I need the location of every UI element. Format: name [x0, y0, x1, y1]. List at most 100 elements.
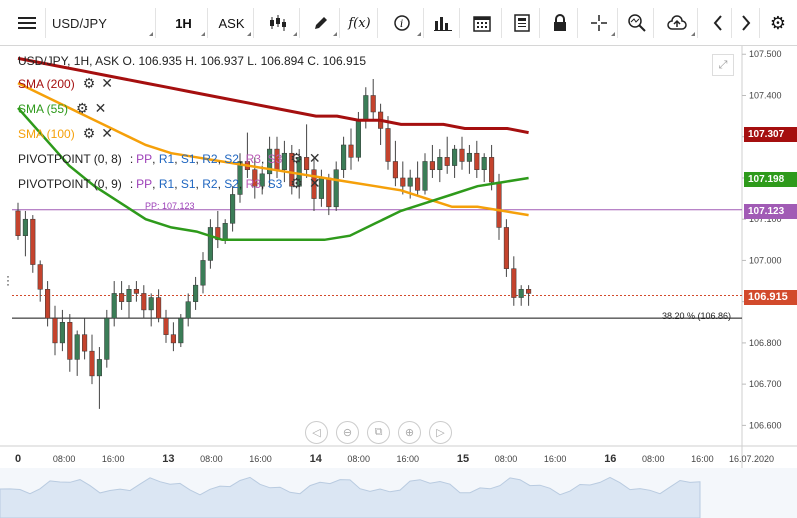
news-document-icon[interactable]: [504, 8, 540, 38]
pivot-sep: ,: [195, 176, 203, 191]
candle-body: [163, 317, 169, 335]
timeframe-label: 1H: [175, 15, 192, 31]
pivot-sep: ,: [195, 151, 203, 166]
candle-body: [526, 289, 532, 294]
close-icon[interactable]: ✕: [101, 125, 113, 142]
candlestick-chart-icon[interactable]: [256, 8, 300, 38]
calendar-icon[interactable]: [462, 8, 502, 38]
candle-body: [518, 289, 524, 298]
candle-body: [489, 157, 495, 183]
x-tick-label: 16:00: [102, 454, 125, 464]
pivot-sep: ,: [260, 176, 268, 191]
settings-gear-icon[interactable]: ⚙: [83, 125, 96, 142]
zoom-in-icon[interactable]: ⊕: [398, 421, 421, 444]
y-tick-label: 107.000: [749, 255, 782, 265]
pivot-pp: PP: [136, 176, 153, 191]
pivot-colon: :: [129, 176, 134, 191]
zoom-icon[interactable]: [620, 8, 654, 38]
x-tick-label: 08:00: [347, 454, 370, 464]
indicator-pivotpoint-9[interactable]: PIVOTPOINT (0, 9) : PP, R1, S1, R2, S2, …: [18, 175, 321, 192]
price-type-selector[interactable]: ASK: [210, 8, 254, 38]
x-tick-label: 08:00: [495, 454, 518, 464]
candle-body: [52, 317, 58, 344]
candle-body: [22, 218, 28, 236]
candle-body: [503, 227, 509, 269]
lock-icon[interactable]: [542, 8, 578, 38]
candle-body: [148, 297, 154, 311]
symbol-selector[interactable]: USD/JPY: [46, 8, 156, 38]
x-tick-label: 16:00: [691, 454, 714, 464]
pivot-s1: S1: [180, 151, 196, 166]
candle-body: [333, 169, 339, 208]
pivot-r2: R2: [202, 176, 218, 191]
candle-body: [170, 334, 176, 344]
chevron-right-icon[interactable]: [732, 8, 760, 38]
candle-body: [30, 218, 36, 265]
scroll-left-icon[interactable]: ◁: [305, 421, 328, 444]
chart-navigation: ◁ ⊖ ⧉ ⊕ ▷: [305, 421, 452, 444]
price-chart[interactable]: 107.500107.400107.300107.200107.100107.0…: [0, 46, 797, 518]
indicator-sma-100[interactable]: SMA (100) ⚙ ✕: [18, 125, 113, 142]
candle-body: [392, 161, 398, 179]
y-tick-label: 107.400: [749, 90, 782, 100]
plot-area: [12, 46, 742, 446]
x-tick-label: 14: [310, 453, 323, 465]
settings-gear-icon[interactable]: ⚙: [290, 150, 303, 167]
indicator-sma-55[interactable]: SMA (55) ⚙ ✕: [18, 100, 106, 117]
candle-body: [193, 284, 199, 302]
gear-icon[interactable]: ⚙: [762, 8, 794, 38]
candle-body: [355, 119, 361, 158]
zoom-out-icon[interactable]: ⊖: [336, 421, 359, 444]
pivot-r3: R3: [245, 151, 261, 166]
close-icon[interactable]: ✕: [309, 175, 321, 192]
settings-gear-icon[interactable]: ⚙: [290, 175, 303, 192]
pivot-sep: ,: [174, 176, 181, 191]
candle-body: [222, 223, 228, 241]
candle-body: [496, 181, 502, 228]
pivot-sep: ,: [260, 151, 268, 166]
candle-body: [207, 227, 213, 261]
price-tag-pivot: 107.123: [744, 204, 797, 219]
indicator-label: SMA (200): [18, 76, 75, 91]
close-icon[interactable]: ✕: [95, 100, 107, 117]
y-tick-label: 107.500: [749, 49, 782, 59]
hamburger-menu-icon[interactable]: [8, 8, 46, 38]
info-icon[interactable]: i: [380, 8, 424, 38]
pencil-draw-icon[interactable]: [302, 8, 340, 38]
pivot-sep: ,: [152, 151, 159, 166]
candle-body: [385, 128, 391, 162]
indicator-label: SMA (100): [18, 126, 75, 141]
chart-toolbar: USD/JPY 1H ASK f(x) i ⚙: [0, 0, 797, 46]
drag-handle-icon[interactable]: · · ·: [6, 270, 10, 290]
y-tick-label: 106.800: [749, 338, 782, 348]
chevron-left-icon[interactable]: [704, 8, 732, 38]
pivot-pp: PP: [136, 151, 153, 166]
candle-body: [89, 350, 95, 377]
fibonacci-level-label: 38.20 % (106.86): [662, 311, 732, 321]
close-icon[interactable]: ✕: [309, 150, 321, 167]
crosshair-icon[interactable]: [580, 8, 618, 38]
pivot-s2: S2: [224, 151, 239, 166]
pivot-s3: S3: [267, 176, 283, 191]
chart-canvas[interactable]: 107.500107.400107.300107.200107.100107.0…: [0, 46, 797, 518]
candle-body: [37, 264, 43, 290]
expand-icon[interactable]: ⤢: [712, 54, 734, 76]
function-fx-icon[interactable]: f(x): [342, 8, 378, 38]
y-tick-label: 106.700: [749, 379, 782, 389]
reset-view-icon[interactable]: ⧉: [367, 421, 390, 444]
indicator-pivotpoint-8[interactable]: PIVOTPOINT (0, 8) : PP, R1, S1, R2, S2, …: [18, 150, 321, 167]
scroll-right-icon[interactable]: ▷: [429, 421, 452, 444]
settings-gear-icon[interactable]: ⚙: [76, 100, 89, 117]
indicator-bars-icon[interactable]: [426, 8, 460, 38]
candle-body: [481, 157, 487, 170]
cloud-upload-icon[interactable]: [656, 8, 698, 38]
timeframe-selector[interactable]: 1H: [160, 8, 208, 38]
candle-body: [459, 148, 465, 162]
indicator-sma-200[interactable]: SMA (200) ⚙ ✕: [18, 75, 113, 92]
candle-body: [429, 161, 435, 170]
close-icon[interactable]: ✕: [101, 75, 113, 92]
candle-body: [437, 157, 443, 170]
x-tick-label: 16.07.2020: [729, 454, 774, 464]
settings-gear-icon[interactable]: ⚙: [83, 75, 96, 92]
candle-body: [348, 144, 354, 158]
